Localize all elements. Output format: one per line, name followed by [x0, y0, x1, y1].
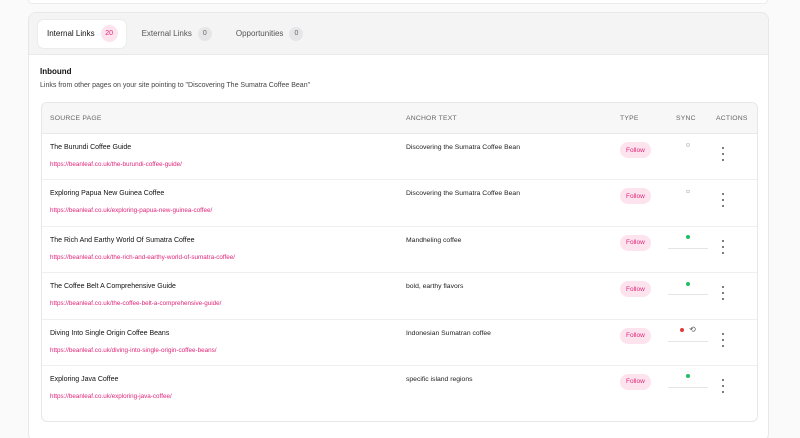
- table-header: SOURCE PAGE ANCHOR TEXT TYPE SYNC ACTION…: [42, 103, 757, 134]
- link-type-badge[interactable]: Follow: [620, 234, 651, 251]
- table-row: Exploring Papua New Guinea Coffee https:/…: [42, 180, 757, 227]
- previous-panel-edge: [28, 0, 768, 4]
- row-actions-menu-icon[interactable]: [719, 147, 727, 161]
- sync-status-dot-icon: [686, 189, 690, 194]
- link-type-badge[interactable]: Follow: [620, 142, 651, 158]
- source-page-url-link[interactable]: https://beanleaf.co.uk/the-coffee-belt-a…: [50, 300, 221, 307]
- sync-status: [668, 134, 708, 156]
- tab-count-badge: 0: [197, 26, 212, 41]
- column-header-anchor: ANCHOR TEXT: [406, 115, 457, 122]
- anchor-text: Indonesian Sumatran coffee: [406, 329, 491, 337]
- source-page-url-link[interactable]: https://beanleaf.co.uk/the-rich-and-eart…: [50, 254, 235, 261]
- tab-internal-links[interactable]: Internal Links 20: [38, 19, 126, 48]
- tab-label: External Links: [141, 29, 192, 38]
- tab-count-badge: 0: [289, 26, 304, 41]
- table-row: The Coffee Belt A Comprehensive Guide htt…: [42, 273, 757, 320]
- sync-status: [668, 227, 708, 249]
- source-page-title: The Rich And Earthy World Of Sumatra Cof…: [50, 236, 195, 244]
- section-title: Inbound: [40, 67, 72, 76]
- link-type-badge[interactable]: Follow: [620, 373, 651, 390]
- source-page-title: Exploring Java Coffee: [50, 375, 119, 383]
- row-actions-menu-icon[interactable]: [719, 193, 727, 208]
- tab-label: Internal Links: [47, 29, 95, 38]
- anchor-text: bold, earthy flavors: [406, 283, 464, 291]
- sync-status: [668, 180, 708, 202]
- row-actions-menu-icon[interactable]: [719, 378, 727, 393]
- anchor-text: Mandheling coffee: [406, 236, 462, 244]
- refresh-icon[interactable]: ⟲: [689, 326, 696, 334]
- sync-status: [668, 273, 708, 296]
- source-page-title: Exploring Papua New Guinea Coffee: [50, 190, 165, 198]
- anchor-text: Discovering the Sumatra Coffee Bean: [406, 144, 520, 151]
- table-row: Exploring Java Coffee https://beanleaf.co…: [42, 366, 757, 412]
- row-actions-menu-icon[interactable]: [719, 239, 727, 254]
- source-page-url-link[interactable]: https://beanleaf.co.uk/exploring-java-co…: [50, 393, 172, 400]
- link-type-badge[interactable]: Follow: [620, 281, 651, 298]
- tab-count-badge: 20: [100, 25, 118, 42]
- column-header-sync: SYNC: [676, 115, 696, 122]
- column-header-source: SOURCE PAGE: [50, 115, 102, 122]
- sync-status-dot-icon: [686, 143, 690, 147]
- sync-status: ⟲: [668, 320, 708, 342]
- source-page-title: Diving Into Single Origin Coffee Beans: [50, 329, 170, 337]
- source-page-url-link[interactable]: https://beanleaf.co.uk/the-burundi-coffe…: [50, 161, 182, 168]
- sync-status-dot-icon: [686, 374, 690, 379]
- sync-status-dot-icon: [680, 328, 685, 333]
- table-row: Diving Into Single Origin Coffee Beans ht…: [42, 320, 757, 366]
- source-page-url-link[interactable]: https://beanleaf.co.uk/exploring-papua-n…: [50, 207, 212, 214]
- table-body: The Burundi Coffee Guide https://beanleaf…: [42, 134, 757, 412]
- sync-status-dot-icon: [686, 235, 690, 240]
- link-type-badge[interactable]: Follow: [620, 188, 651, 205]
- column-header-type: TYPE: [620, 115, 639, 122]
- link-tabs: Internal Links 20 External Links 0 Oppor…: [29, 13, 768, 55]
- column-header-actions: ACTIONS: [716, 115, 748, 122]
- tab-label: Opportunities: [235, 29, 284, 38]
- tab-opportunities[interactable]: Opportunities 0: [228, 20, 312, 48]
- source-page-title: The Coffee Belt A Comprehensive Guide: [50, 283, 176, 291]
- links-panel: Internal Links 20 External Links 0 Oppor…: [28, 12, 769, 438]
- table-row: The Rich And Earthy World Of Sumatra Cof…: [42, 227, 757, 274]
- tab-external-links[interactable]: External Links 0: [134, 20, 220, 48]
- source-page-title: The Burundi Coffee Guide: [50, 144, 132, 151]
- row-actions-menu-icon[interactable]: [719, 286, 727, 301]
- table-row: The Burundi Coffee Guide https://beanleaf…: [42, 134, 757, 181]
- link-type-badge[interactable]: Follow: [620, 327, 651, 344]
- row-actions-menu-icon[interactable]: [719, 332, 727, 347]
- anchor-text: Discovering the Sumatra Coffee Bean: [406, 190, 520, 198]
- sync-status-dot-icon: [686, 281, 690, 286]
- source-page-url-link[interactable]: https://beanleaf.co.uk/diving-into-singl…: [50, 347, 217, 354]
- section-description: Links from other pages on your site poin…: [40, 82, 311, 89]
- sync-status: [668, 366, 708, 388]
- anchor-text: specific island regions: [406, 375, 473, 383]
- inbound-links-table: SOURCE PAGE ANCHOR TEXT TYPE SYNC ACTION…: [41, 102, 758, 422]
